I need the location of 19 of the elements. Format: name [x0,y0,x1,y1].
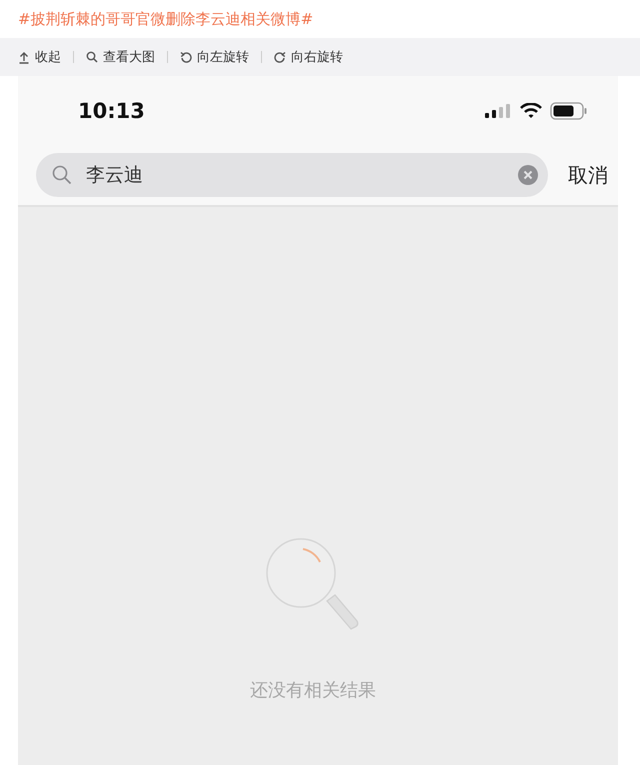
toolbar-button[interactable]: 查看大图 [86,48,155,66]
empty-message: 还没有相关结果 [250,679,376,702]
battery-icon [550,102,588,120]
topic-title: #披荆斩棘的哥哥官微删除李云迪相关微博# [18,10,314,28]
upload-icon [18,50,30,64]
rotate-left-icon [180,50,192,64]
toolbar-button[interactable]: 向左旋转 [180,48,249,66]
toolbar-button[interactable]: 收起 [18,48,61,66]
signal-icon [484,102,512,118]
search-field[interactable]: 李云迪 [84,163,506,187]
toolbar-button[interactable]: 向右旋转 [274,48,343,66]
cancel-button[interactable]: 取消 [568,162,608,188]
search-icon [86,50,98,64]
rotate-right-icon [274,50,286,64]
clear-icon[interactable] [518,165,538,185]
wifi-icon [520,102,542,118]
search-icon [52,165,72,185]
status-time: 10:13 [78,98,145,122]
search-bar[interactable]: 李云迪 [36,153,548,197]
